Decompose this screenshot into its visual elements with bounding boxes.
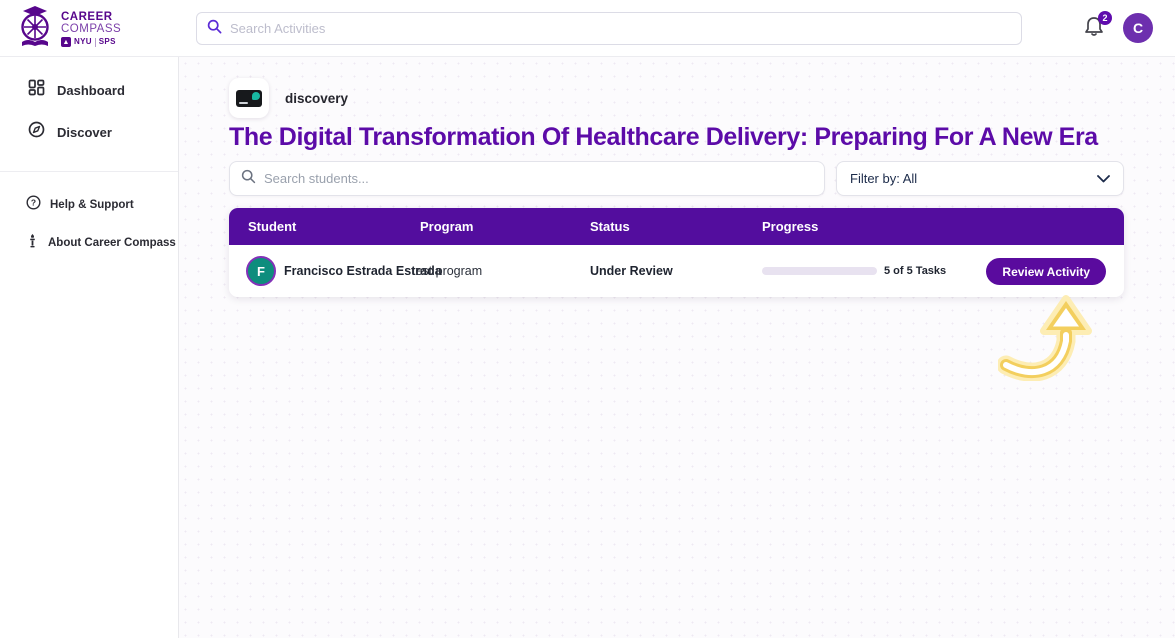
nyu-label: NYU (74, 38, 92, 46)
progress-label: 5 of 5 Tasks (884, 245, 946, 297)
column-header-student: Student (248, 208, 296, 245)
topbar: CAREER COMPASS ▲ NYU SPS 2 C (0, 0, 1175, 57)
chevron-down-icon (1097, 170, 1110, 188)
sidebar-item-label: Discover (57, 125, 112, 140)
column-header-program: Program (420, 208, 473, 245)
nyu-sps-badge: ▲ NYU SPS (61, 37, 121, 47)
sidebar-item-about[interactable]: About Career Compass (0, 224, 178, 262)
brand-name-career: CAREER (61, 11, 121, 23)
search-icon (207, 19, 222, 39)
discovery-logo-icon (236, 90, 262, 107)
page-title: The Digital Transformation Of Healthcare… (229, 123, 1139, 152)
column-header-status: Status (590, 208, 630, 245)
torch-icon (26, 233, 39, 253)
brand-name-compass: COMPASS (61, 23, 121, 35)
notifications-button[interactable]: 2 (1083, 15, 1109, 43)
student-program: test program (412, 245, 482, 297)
sidebar-divider (0, 171, 178, 172)
activity-header: discovery (229, 78, 348, 118)
svg-text:?: ? (31, 198, 36, 208)
grid-icon (28, 79, 45, 101)
students-search-bar (229, 161, 825, 196)
student-avatar: F (246, 256, 276, 286)
search-icon (241, 169, 256, 189)
curved-arrow-annotation (998, 295, 1110, 381)
search-activities-input[interactable] (230, 21, 1011, 36)
table-header-row: Student Program Status Progress (229, 208, 1124, 245)
sidebar-item-discover[interactable]: Discover (0, 111, 178, 153)
filter-selected-value: Filter by: All (850, 171, 917, 186)
torch-flag-icon: ▲ (61, 37, 71, 47)
activities-search-bar (196, 12, 1022, 45)
table-row: F Francisco Estrada Estrada test program… (229, 245, 1124, 297)
sidebar-item-help-support[interactable]: ? Help & Support (0, 186, 178, 224)
sps-label: SPS (99, 38, 116, 46)
brand-logo[interactable]: CAREER COMPASS ▲ NYU SPS (16, 4, 179, 54)
main-content: discovery The Digital Transformation Of … (179, 57, 1175, 638)
sidebar: Dashboard Discover ? Help & Support (0, 57, 179, 638)
help-icon: ? (26, 195, 41, 215)
students-table: Student Program Status Progress F Franci… (229, 208, 1124, 297)
user-avatar[interactable]: C (1123, 13, 1153, 43)
sidebar-item-label: Help & Support (50, 199, 134, 211)
column-header-progress: Progress (762, 208, 818, 245)
sidebar-item-dashboard[interactable]: Dashboard (0, 69, 178, 111)
activity-logo (229, 78, 269, 118)
sidebar-item-label: About Career Compass (48, 237, 176, 249)
filter-dropdown[interactable]: Filter by: All (836, 161, 1124, 196)
notification-count-badge: 2 (1098, 11, 1112, 25)
progress-bar (762, 245, 877, 297)
compass-icon (28, 121, 45, 143)
sidebar-item-label: Dashboard (57, 83, 125, 98)
review-activity-button[interactable]: Review Activity (986, 258, 1106, 285)
career-compass-logo-icon (16, 5, 54, 54)
activity-name: discovery (285, 91, 348, 106)
search-students-input[interactable] (264, 171, 813, 186)
student-status: Under Review (590, 245, 673, 297)
